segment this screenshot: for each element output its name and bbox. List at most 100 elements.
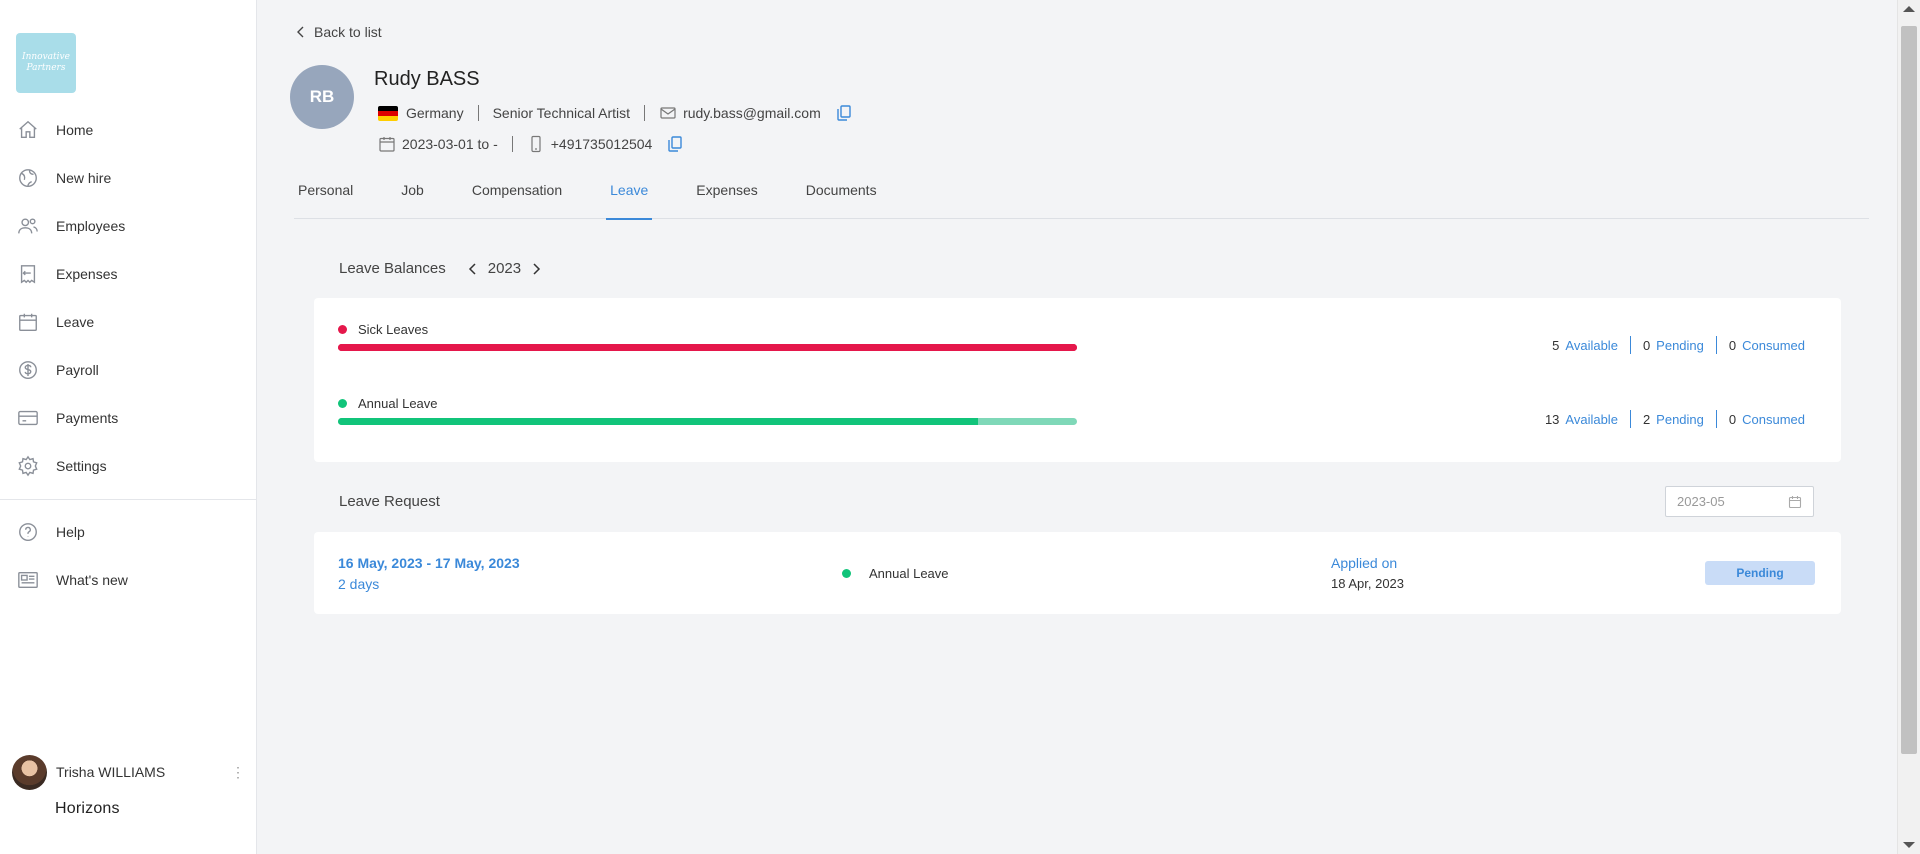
- employment-period: 2023-03-01 to -: [402, 136, 498, 152]
- leave-type-label: Annual Leave: [358, 396, 438, 411]
- sidebar-item-employees[interactable]: Employees: [0, 202, 256, 250]
- globe-icon: [16, 166, 40, 190]
- sick-leave-color-dot: [338, 325, 347, 334]
- pending-label: Pending: [1656, 337, 1704, 353]
- sidebar-item-label: Expenses: [56, 266, 118, 282]
- germany-flag-icon: [378, 105, 398, 121]
- scrollbar-thumb[interactable]: [1901, 26, 1917, 754]
- copy-email-icon[interactable]: [835, 104, 853, 122]
- sidebar-item-payments[interactable]: Payments: [0, 394, 256, 442]
- tab-compensation[interactable]: Compensation: [468, 178, 566, 219]
- sidebar-item-label: Home: [56, 122, 94, 138]
- avatar: [12, 754, 47, 790]
- leave-balance-row: Annual Leave 13 Available 2 Pending 0 Co…: [338, 396, 1817, 436]
- pending-label: Pending: [1656, 411, 1704, 427]
- employee-phone: +491735012504: [550, 136, 653, 152]
- employee-meta-row: Germany Senior Technical Artist rudy.bas…: [378, 104, 853, 122]
- sidebar-item-label: Employees: [56, 218, 126, 234]
- leave-type-name: Annual Leave: [338, 396, 438, 411]
- users-icon: [16, 214, 40, 238]
- divider: [477, 105, 479, 121]
- calendar-icon: [379, 137, 395, 152]
- vertical-scrollbar[interactable]: [1897, 0, 1920, 854]
- sidebar-item-new-hire[interactable]: New hire: [0, 154, 256, 202]
- gear-icon: [16, 454, 40, 478]
- leave-request-row[interactable]: 16 May, 2023 - 17 May, 2023 2 days Annua…: [314, 532, 1841, 614]
- calendar-icon: [16, 310, 40, 334]
- employee-country: Germany: [406, 105, 464, 121]
- back-label: Back to list: [314, 24, 382, 40]
- sidebar-item-whats-new[interactable]: What's new: [0, 556, 256, 604]
- leave-balance-bar: [338, 344, 1077, 351]
- current-user[interactable]: Trisha WILLIAMS ⋮: [12, 754, 245, 790]
- applied-on-date: 18 Apr, 2023: [1331, 576, 1405, 591]
- sidebar-item-label: Settings: [56, 458, 107, 474]
- scroll-up-arrow-icon[interactable]: [1903, 6, 1915, 12]
- company-logo[interactable]: Innovative Partners: [16, 33, 76, 93]
- leave-request-dates[interactable]: 16 May, 2023 - 17 May, 2023: [338, 555, 520, 571]
- tab-personal[interactable]: Personal: [294, 178, 357, 219]
- leave-request-type: Annual Leave: [842, 566, 949, 581]
- tab-leave[interactable]: Leave: [606, 178, 653, 220]
- available-count: 13: [1544, 411, 1560, 427]
- month-filter-input[interactable]: 2023-05: [1665, 486, 1814, 517]
- consumed-label: Consumed: [1742, 411, 1805, 427]
- home-icon: [16, 118, 40, 142]
- sidebar-item-label: New hire: [56, 170, 112, 186]
- leave-balance-stats: 13 Available 2 Pending 0 Consumed: [1545, 410, 1805, 428]
- tab-expenses[interactable]: Expenses: [692, 178, 761, 219]
- pending-count: 0: [1642, 337, 1651, 353]
- divider: [511, 136, 513, 152]
- employee-avatar: RB: [290, 65, 354, 129]
- divider: [1629, 410, 1631, 428]
- available-count: 5: [1552, 337, 1560, 353]
- divider: [1715, 410, 1717, 428]
- pending-count: 2: [1642, 411, 1651, 427]
- sidebar-item-settings[interactable]: Settings: [0, 442, 256, 490]
- sidebar-item-expenses[interactable]: Expenses: [0, 250, 256, 298]
- copy-phone-icon[interactable]: [666, 135, 684, 153]
- status-badge: Pending: [1705, 561, 1815, 585]
- sidebar-item-label: What's new: [56, 572, 128, 588]
- mail-icon: [660, 107, 676, 119]
- consumed-label: Consumed: [1742, 337, 1805, 353]
- leave-balances-header: Leave Balances 2023: [339, 260, 543, 277]
- sidebar-nav: Home New hire Employees Expenses Leave P…: [0, 106, 256, 604]
- help-icon: [16, 520, 40, 544]
- user-name: Trisha WILLIAMS: [56, 764, 166, 780]
- leave-type-label: Sick Leaves: [358, 322, 429, 337]
- sidebar-item-label: Payments: [56, 410, 119, 426]
- sidebar-item-home[interactable]: Home: [0, 106, 256, 154]
- available-label: Available: [1565, 337, 1618, 353]
- available-label: Available: [1565, 411, 1618, 427]
- divider: [1715, 336, 1717, 354]
- divider: [1629, 336, 1631, 354]
- divider: [644, 105, 646, 121]
- leave-balance-bar: [338, 418, 1077, 425]
- employee-meta-row-2: 2023-03-01 to - +491735012504: [378, 135, 684, 153]
- credit-card-icon: [16, 406, 40, 430]
- calendar-icon: [1788, 496, 1802, 509]
- previous-year-icon[interactable]: [466, 262, 480, 276]
- next-year-icon[interactable]: [529, 262, 543, 276]
- tab-documents[interactable]: Documents: [802, 178, 881, 219]
- sidebar-item-label: Help: [56, 524, 85, 540]
- back-to-list-link[interactable]: Back to list: [294, 24, 382, 40]
- consumed-count: 0: [1728, 411, 1737, 427]
- phone-icon: [531, 135, 541, 153]
- leave-balances-title: Leave Balances: [339, 260, 446, 277]
- chevron-left-icon: [297, 26, 304, 38]
- newspaper-icon: [16, 568, 40, 592]
- scroll-down-arrow-icon[interactable]: [1903, 842, 1915, 848]
- sidebar-item-leave[interactable]: Leave: [0, 298, 256, 346]
- leave-balance-row: Sick Leaves 5 Available 0 Pending 0 Cons…: [338, 322, 1817, 362]
- annual-leave-color-dot: [338, 399, 347, 408]
- tab-job[interactable]: Job: [397, 178, 428, 219]
- sidebar-item-payroll[interactable]: Payroll: [0, 346, 256, 394]
- sidebar: Innovative Partners Home New hire Employ…: [0, 0, 257, 854]
- more-vertical-icon[interactable]: ⋮: [231, 764, 245, 781]
- receipt-icon: [16, 262, 40, 286]
- sidebar-divider: [0, 499, 256, 500]
- leave-type-name: Sick Leaves: [338, 322, 428, 337]
- sidebar-item-help[interactable]: Help: [0, 508, 256, 556]
